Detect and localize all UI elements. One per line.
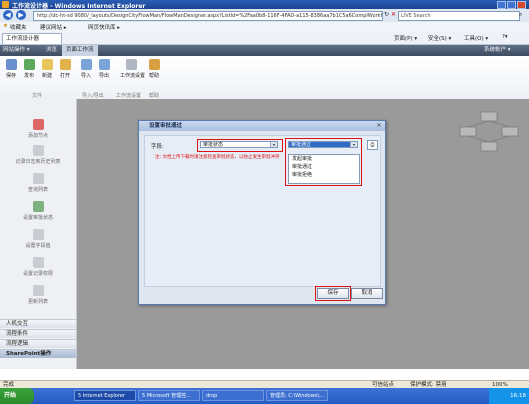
help-ribbon-button[interactable]: 帮助: [146, 59, 162, 79]
start-button[interactable]: 开始: [0, 388, 34, 404]
sidebar-item-query-list[interactable]: 查询列表: [4, 173, 72, 193]
ribbon: 保存 发布 新建 打开 导入 导出 工作流设置 帮助 文件 导入/导出 工作流设…: [0, 56, 529, 100]
back-icon[interactable]: ◀: [3, 10, 13, 20]
suggested-sites-link[interactable]: 建议网站 ▸: [40, 23, 67, 31]
chevron-down-icon: ▾: [270, 142, 277, 147]
save-button[interactable]: 保存: [317, 288, 349, 299]
sidebar-item-add-node[interactable]: 添加节点: [4, 119, 72, 139]
option-approved[interactable]: 审批通过: [290, 164, 358, 171]
forward-icon[interactable]: ▶: [16, 10, 26, 20]
settings-icon: [125, 59, 137, 70]
sharepoint-bar: 网站操作 ▾ 浏览 页面工作流 系统帐户 ▾: [0, 45, 529, 56]
save-icon: [5, 59, 17, 70]
system-tray-clock: 16:18: [489, 388, 529, 404]
taskbar: 开始 5 Internet Explorer 5 Microsoft 管理控..…: [0, 388, 529, 404]
window-titlebar: 工作流设计器 - Windows Internet Explorer: [0, 0, 529, 10]
approval-status-icon: [32, 201, 44, 212]
tools-menu[interactable]: 工具(O) ▾: [464, 34, 488, 42]
minimize-button[interactable]: [497, 1, 506, 9]
import-ribbon-button[interactable]: 导入: [78, 59, 94, 79]
option-rejected[interactable]: 审批拒绝: [290, 172, 358, 179]
permission-icon: [32, 257, 44, 268]
chevron-down-icon: ▾: [350, 142, 357, 147]
site-actions-menu[interactable]: 网站操作 ▾: [3, 46, 30, 55]
browse-tab[interactable]: 浏览: [46, 46, 57, 55]
activity-sidebar: 添加节点 记录日志到历史列表 查询列表 设置审批状态 设置字段值 设置记录权限 …: [0, 99, 77, 369]
field-select[interactable]: 审批状态 ▾: [200, 141, 278, 148]
help-group-label: 帮助: [149, 93, 160, 99]
publish-ribbon-button[interactable]: 发布: [21, 59, 37, 79]
publish-icon: [23, 59, 35, 70]
refresh-icon[interactable]: ↻: [384, 11, 389, 18]
web-slice-gallery-link[interactable]: 网页快讯库 ▸: [88, 23, 120, 31]
taskbar-cmd[interactable]: 管理员: C:\Windows\...: [266, 390, 328, 401]
workflow-settings-ribbon-button[interactable]: 工作流设置: [120, 59, 145, 79]
dialog-body: 字段: 审批状态 ▾ 审批通过 ▾ 发起审批 审批通过 审批拒绝 ⎙ 注: 文档…: [144, 135, 381, 287]
help-icon[interactable]: ?▾: [502, 34, 508, 40]
stop-icon[interactable]: ✕: [391, 11, 396, 18]
browser-tab[interactable]: 工作流设计器: [2, 33, 62, 44]
favorites-star-icon: ★: [3, 23, 8, 29]
workflow-ribbon-tab[interactable]: 页面工作流: [62, 45, 98, 56]
export-ribbon-button[interactable]: 导出: [96, 59, 112, 79]
sidebar-item-set-field-value[interactable]: 设置字段值: [4, 229, 72, 249]
close-icon[interactable]: ×: [376, 123, 382, 129]
sidebar-item-update-list[interactable]: 更新列表: [4, 285, 72, 305]
user-menu[interactable]: 系统帐户 ▾: [484, 46, 511, 55]
field-value-icon: [32, 229, 44, 240]
address-input[interactable]: http://dc-ht-sd 9080/_layouts/DesignCity…: [33, 11, 383, 21]
help-icon: [148, 59, 160, 70]
new-icon: [41, 59, 53, 70]
search-input[interactable]: LIVE Search: [398, 11, 520, 21]
printer-icon[interactable]: ⎙: [367, 140, 378, 150]
import-icon: [80, 59, 92, 70]
new-ribbon-button[interactable]: 新建: [39, 59, 55, 79]
open-ribbon-button[interactable]: 打开: [57, 59, 73, 79]
import-export-group-label: 导入/导出: [82, 93, 104, 99]
section-flow-logic[interactable]: 流程逻辑: [0, 339, 76, 348]
open-folder-icon: [59, 59, 71, 70]
taskbar-drop[interactable]: drop: [202, 390, 264, 401]
set-approval-dialog: 设置审批通过 × 字段: 审批状态 ▾ 审批通过 ▾ 发起审批 审批通过 审批拒…: [138, 120, 386, 305]
sidebar-item-set-approval-status[interactable]: 设置审批状态: [4, 201, 72, 221]
browser-tabbar: 工作流设计器 页面(P) ▾ 安全(S) ▾ 工具(O) ▾ ?▾: [0, 32, 529, 45]
maximize-button[interactable]: [507, 1, 516, 9]
favorites-button[interactable]: 收藏夹: [10, 23, 27, 31]
address-toolbar: ◀ ▶ http://dc-ht-sd 9080/_layouts/Design…: [0, 9, 529, 23]
update-list-icon: [32, 285, 44, 296]
section-human-interaction[interactable]: 人机交互: [0, 319, 76, 328]
value-dropdown-list: 发起审批 审批通过 审批拒绝: [288, 154, 360, 184]
option-initiate-approval[interactable]: 发起审批: [290, 156, 358, 163]
ie-icon: [2, 1, 9, 8]
add-node-icon: [32, 119, 44, 130]
cancel-button[interactable]: 取消: [351, 288, 383, 299]
dialog-title: 设置审批通过: [139, 121, 385, 131]
value-select[interactable]: 审批通过 ▾: [288, 141, 358, 148]
sidebar-item-set-record-permission[interactable]: 设置记录权限: [4, 257, 72, 277]
log-icon: [32, 145, 44, 156]
workflow-diagram-preview: [459, 111, 519, 152]
file-group-label: 文件: [32, 93, 43, 99]
workflow-settings-group-label: 工作流设置: [116, 93, 142, 99]
taskbar-mmc[interactable]: 5 Microsoft 管理控...: [138, 390, 200, 401]
section-flow-conditions[interactable]: 流程条件: [0, 329, 76, 338]
taskbar-ie[interactable]: 5 Internet Explorer: [74, 390, 136, 401]
sidebar-item-log-history[interactable]: 记录日志到历史列表: [4, 145, 72, 165]
page-menu[interactable]: 页面(P) ▾: [394, 34, 417, 42]
export-icon: [98, 59, 110, 70]
save-ribbon-button[interactable]: 保存: [3, 59, 19, 79]
query-list-icon: [32, 173, 44, 184]
dialog-hint: 注: 文档上传下载时请注意检查审批状态，以防止发生审批冲突: [155, 155, 280, 160]
field-label: 字段:: [151, 144, 164, 150]
close-window-button[interactable]: [517, 1, 526, 9]
section-sharepoint-operations[interactable]: SharePoint操作: [0, 349, 76, 358]
search-icon[interactable]: ⌕: [519, 11, 522, 19]
safety-menu[interactable]: 安全(S) ▾: [428, 34, 451, 42]
